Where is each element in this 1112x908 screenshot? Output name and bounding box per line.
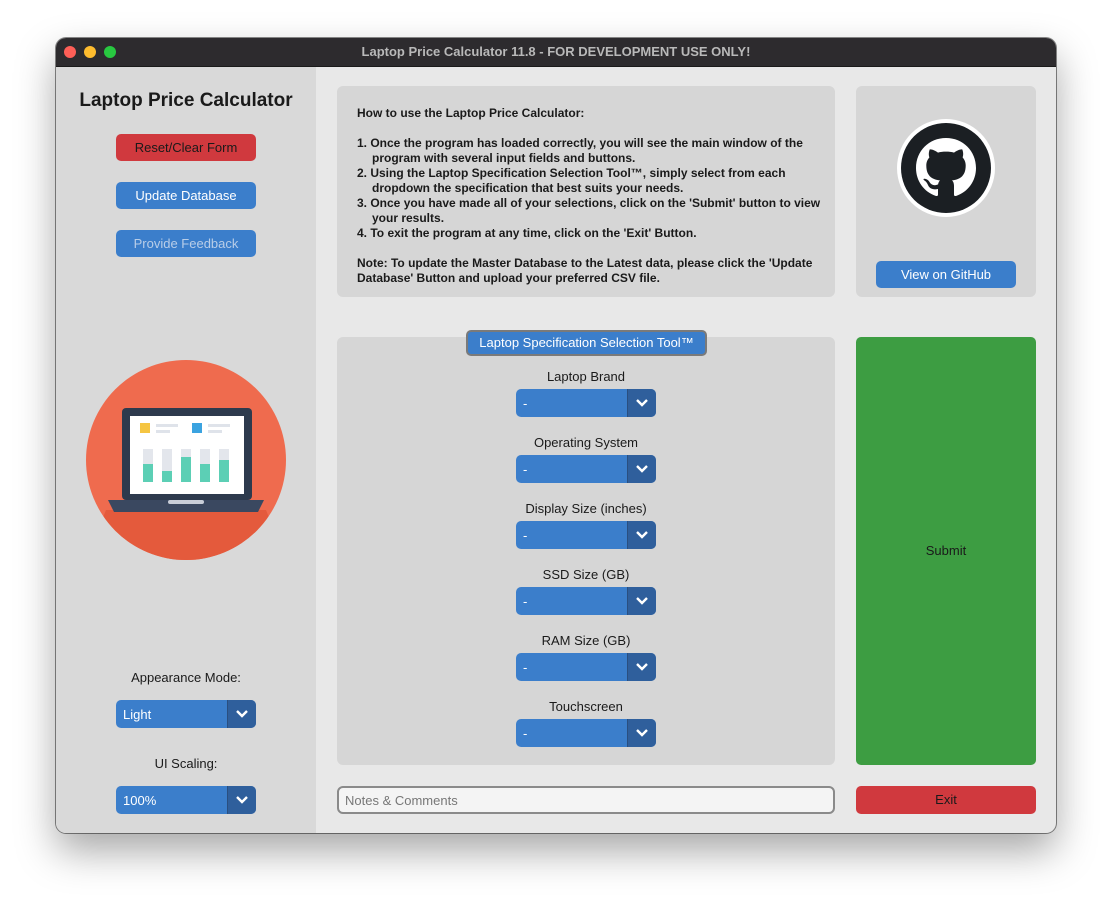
app-window: Laptop Price Calculator 11.8 - FOR DEVEL…	[56, 38, 1056, 833]
submit-label: Submit	[925, 543, 967, 558]
instructions-heading: How to use the Laptop Price Calculator:	[357, 106, 585, 120]
instructions-note: Note: To update the Master Database to t…	[357, 256, 813, 285]
appearance-mode-value: Light	[123, 707, 152, 722]
notes-comments-input[interactable]: Notes & Comments	[337, 786, 835, 814]
exit-button[interactable]: Exit	[856, 786, 1036, 814]
display-size-dropdown[interactable]: -	[516, 521, 656, 549]
reset-clear-form-button[interactable]: Reset/Clear Form	[116, 134, 256, 161]
chevron-down-icon	[627, 653, 656, 681]
chevron-down-icon	[627, 521, 656, 549]
spec-tool-tab[interactable]: Laptop Specification Selection Tool™	[466, 330, 707, 356]
chevron-down-icon	[627, 455, 656, 483]
ram-size-dropdown[interactable]: -	[516, 653, 656, 681]
notes-placeholder: Notes & Comments	[345, 793, 458, 808]
touchscreen-dropdown[interactable]: -	[516, 719, 656, 747]
title-bar: Laptop Price Calculator 11.8 - FOR DEVEL…	[56, 38, 1056, 67]
ssd-size-label: SSD Size (GB)	[542, 567, 630, 582]
chevron-down-icon	[227, 700, 256, 728]
display-size-value: -	[523, 528, 528, 543]
ssd-size-dropdown[interactable]: -	[516, 587, 656, 615]
ram-size-value: -	[523, 660, 528, 675]
touchscreen-label: Touchscreen	[549, 699, 623, 714]
instruction-step: 1. Once the program has loaded correctly…	[357, 136, 803, 165]
ui-scaling-label: UI Scaling:	[154, 756, 218, 771]
sidebar: Laptop Price Calculator Reset/Clear Form…	[56, 67, 316, 833]
chevron-down-icon	[627, 719, 656, 747]
instruction-step: 4. To exit the program at any time, clic…	[357, 226, 697, 240]
instruction-step: 2. Using the Laptop Specification Select…	[357, 166, 786, 195]
ui-scaling-value: 100%	[123, 793, 157, 808]
github-icon	[897, 119, 995, 217]
appearance-mode-dropdown[interactable]: Light	[116, 700, 256, 728]
instruction-step: 3. Once you have made all of your select…	[357, 196, 821, 225]
ram-size-label: RAM Size (GB)	[541, 633, 631, 648]
window-title: Laptop Price Calculator 11.8 - FOR DEVEL…	[361, 44, 751, 59]
laptop-brand-label: Laptop Brand	[546, 369, 626, 384]
chevron-down-icon	[227, 786, 256, 814]
instructions-text: How to use the Laptop Price Calculator: …	[357, 106, 837, 286]
instructions-panel: How to use the Laptop Price Calculator: …	[337, 86, 835, 297]
update-database-button[interactable]: Update Database	[116, 182, 256, 209]
view-on-github-button[interactable]: View on GitHub	[876, 261, 1016, 288]
appearance-mode-label: Appearance Mode:	[131, 670, 241, 685]
operating-system-value: -	[523, 462, 528, 477]
chevron-down-icon	[627, 587, 656, 615]
chevron-down-icon	[627, 389, 656, 417]
laptop-brand-dropdown[interactable]: -	[516, 389, 656, 417]
laptop-dashboard-icon	[86, 360, 286, 560]
display-size-label: Display Size (inches)	[525, 501, 647, 516]
app-title: Laptop Price Calculator	[79, 90, 293, 111]
operating-system-dropdown[interactable]: -	[516, 455, 656, 483]
touchscreen-value: -	[523, 726, 528, 741]
ui-scaling-dropdown[interactable]: 100%	[116, 786, 256, 814]
provide-feedback-button[interactable]: Provide Feedback	[116, 230, 256, 257]
laptop-brand-value: -	[523, 396, 528, 411]
github-panel: View on GitHub	[856, 86, 1036, 297]
submit-button[interactable]: Submit	[856, 337, 1036, 765]
ssd-size-value: -	[523, 594, 528, 609]
operating-system-label: Operating System	[533, 435, 639, 450]
